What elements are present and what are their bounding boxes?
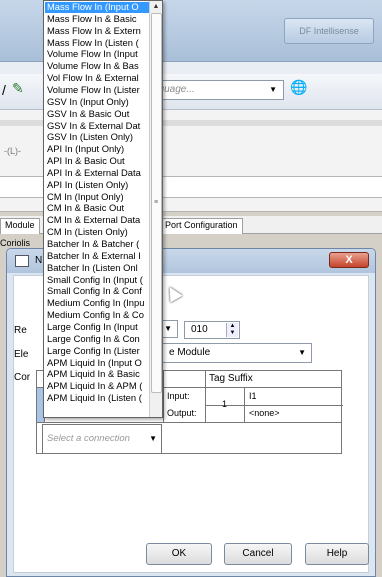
- dialog-title: N: [35, 255, 43, 266]
- input-tag-suffix: I1: [249, 391, 257, 401]
- dropdown-item[interactable]: Vol Flow In & External: [45, 73, 149, 84]
- scrollbar-grip-icon: ≡: [154, 199, 159, 206]
- background-window-title: DF Intellisense: [284, 18, 374, 44]
- dropdown-item[interactable]: CM In & External Data: [45, 215, 149, 226]
- dropdown-item[interactable]: APM Liquid In & APM (: [45, 381, 149, 392]
- rpi-value: 1: [222, 399, 228, 409]
- dropdown-item[interactable]: API In & External Data: [45, 168, 149, 179]
- cancel-button[interactable]: Cancel: [224, 543, 292, 565]
- output-label: Output:: [167, 408, 197, 418]
- tag-suffix-header: Tag Suffix: [209, 373, 253, 384]
- coriolis-label: Coriolis: [0, 238, 31, 248]
- dropdown-item[interactable]: GSV In & Basic Out: [45, 109, 149, 120]
- dropdown-item[interactable]: GSV In & External Dat: [45, 121, 149, 132]
- dropdown-item[interactable]: Small Config In (Input (: [45, 275, 149, 286]
- connection-dropdown-list[interactable]: Mass Flow In (Input O Mass Flow In & Basi…: [43, 0, 163, 418]
- revision-label: Re: [14, 325, 27, 336]
- dropdown-item[interactable]: APM Liquid In & Basic: [45, 369, 149, 380]
- dropdown-item[interactable]: APM Liquid In (Listen (: [45, 393, 149, 404]
- dropdown-item[interactable]: Mass Flow In (Input O: [45, 2, 149, 13]
- dropdown-item[interactable]: Mass Flow In & Basic: [45, 14, 149, 25]
- dropdown-item[interactable]: Volume Flow In (Lister: [45, 85, 149, 96]
- dropdown-scrollbar[interactable]: ▲ ≡: [149, 1, 162, 417]
- dropdown-item[interactable]: Medium Config In & Co: [45, 310, 149, 321]
- dropdown-item[interactable]: API In & Basic Out: [45, 156, 149, 167]
- column-divider: [163, 371, 164, 423]
- ok-button[interactable]: OK: [146, 543, 212, 565]
- background-node-label: -(L)-: [4, 146, 21, 156]
- electronic-keying-combo[interactable]: e Module ▼: [150, 343, 312, 363]
- electronic-keying-label: Ele: [14, 349, 29, 360]
- language-combo[interactable]: nguage... ▼: [148, 80, 284, 100]
- help-button[interactable]: Help: [305, 543, 369, 565]
- dropdown-item[interactable]: CM In (Input Only): [45, 192, 149, 203]
- dropdown-item[interactable]: GSV In (Input Only): [45, 97, 149, 108]
- dropdown-item[interactable]: Volume Flow In (Input: [45, 49, 149, 60]
- scrollbar-thumb[interactable]: ≡: [151, 13, 162, 393]
- chevron-down-icon: ▼: [298, 348, 306, 357]
- select-connection-combo[interactable]: Select a connection ▼: [42, 424, 162, 454]
- output-tag-suffix: <none>: [249, 408, 280, 418]
- dropdown-item[interactable]: Batcher In & Batcher (: [45, 239, 149, 250]
- close-button[interactable]: X: [329, 252, 369, 268]
- row-divider: [37, 422, 341, 423]
- connection-label: Cor: [14, 372, 31, 383]
- column-divider: [205, 371, 206, 423]
- dropdown-item[interactable]: Volume Flow In & Bas: [45, 61, 149, 72]
- dropdown-item[interactable]: CM In & Basic Out: [45, 203, 149, 214]
- dropdown-item[interactable]: Large Config In & Con: [45, 334, 149, 345]
- tab-port-configuration[interactable]: Port Configuration: [160, 218, 243, 234]
- dropdown-item[interactable]: API In (Input Only): [45, 144, 149, 155]
- dropdown-item[interactable]: Mass Flow In & Extern: [45, 26, 149, 37]
- tab-module[interactable]: Module: [0, 218, 40, 234]
- window-icon: [15, 255, 29, 267]
- revision-minor-spinner[interactable]: 010 ▲ ▼: [184, 321, 240, 339]
- chevron-down-icon: ▼: [269, 85, 277, 94]
- dropdown-item[interactable]: APM Liquid In (Input O: [45, 358, 149, 369]
- dropdown-item[interactable]: Large Config In (Input: [45, 322, 149, 333]
- globe-icon[interactable]: 🌐: [290, 79, 312, 101]
- dropdown-item[interactable]: Mass Flow In (Listen (: [45, 38, 149, 49]
- dropdown-item[interactable]: Small Config In & Conf: [45, 286, 149, 297]
- dropdown-item[interactable]: GSV In (Listen Only): [45, 132, 149, 143]
- edit-document-icon[interactable]: ✎: [12, 80, 24, 97]
- input-label: Input:: [167, 391, 190, 401]
- dropdown-item[interactable]: Batcher In (Listen Onl: [45, 263, 149, 274]
- dropdown-item[interactable]: Large Config In (Lister: [45, 346, 149, 357]
- chevron-down-icon: ▼: [164, 324, 172, 333]
- dropdown-item[interactable]: API In (Listen Only): [45, 180, 149, 191]
- dropdown-item[interactable]: Medium Config In (Inpu: [45, 298, 149, 309]
- electronic-keying-value: e Module: [169, 347, 211, 358]
- chevron-down-icon: ▼: [149, 434, 157, 443]
- revision-minor-value: 010: [191, 324, 208, 335]
- dropdown-item[interactable]: Batcher In & External I: [45, 251, 149, 262]
- dropdown-item[interactable]: CM In (Listen Only): [45, 227, 149, 238]
- scroll-up-icon[interactable]: ▲: [150, 1, 162, 13]
- select-connection-placeholder: Select a connection: [47, 433, 130, 444]
- spinner-arrows-icon[interactable]: ▲ ▼: [226, 323, 238, 337]
- toolbar-slash-icon[interactable]: /: [2, 82, 6, 98]
